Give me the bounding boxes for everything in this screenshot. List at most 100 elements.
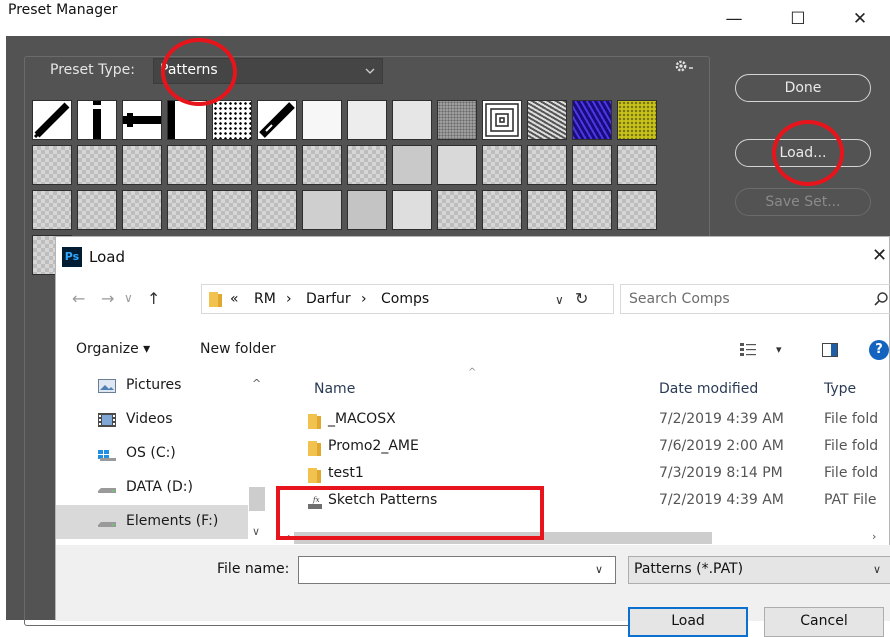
pattern-swatch[interactable] <box>122 100 162 140</box>
pattern-swatch[interactable] <box>122 190 162 230</box>
pattern-swatch[interactable] <box>167 100 207 140</box>
save-set-button[interactable]: Save Set... <box>735 188 871 216</box>
scroll-down-icon[interactable]: ∨ <box>252 525 260 538</box>
pattern-swatch[interactable] <box>32 100 72 140</box>
pattern-swatch[interactable] <box>347 100 387 140</box>
search-input[interactable] <box>627 289 857 309</box>
pattern-swatch[interactable] <box>392 145 432 185</box>
dialog-close-button[interactable]: ✕ <box>872 245 887 266</box>
nav-item-videos[interactable]: Videos <box>56 403 248 437</box>
pattern-swatch[interactable] <box>572 145 612 185</box>
pattern-swatch[interactable] <box>527 100 567 140</box>
nav-item-data-drive[interactable]: DATA (D:) <box>56 471 248 505</box>
new-folder-button[interactable]: New folder <box>200 341 276 357</box>
breadcrumb-overflow[interactable]: « <box>230 291 239 307</box>
scroll-right-icon[interactable]: › <box>872 530 876 543</box>
pattern-swatch[interactable] <box>527 145 567 185</box>
chevron-down-icon[interactable]: ∨ <box>555 293 564 307</box>
pattern-swatch[interactable] <box>257 190 297 230</box>
pattern-swatch[interactable] <box>302 145 342 185</box>
search-icon <box>874 292 888 306</box>
file-type: File fold <box>824 411 879 427</box>
pattern-swatch[interactable] <box>302 100 342 140</box>
pattern-swatch[interactable] <box>392 100 432 140</box>
pattern-swatch[interactable] <box>482 190 522 230</box>
help-icon[interactable]: ? <box>869 340 889 360</box>
file-date: 7/6/2019 2:00 AM <box>659 438 784 454</box>
pattern-swatch[interactable] <box>257 145 297 185</box>
back-arrow-icon[interactable]: ← <box>72 289 85 308</box>
nav-item-os-drive[interactable]: OS (C:) <box>56 437 248 471</box>
gear-icon[interactable] <box>672 58 696 78</box>
pattern-swatch[interactable] <box>527 190 567 230</box>
minimize-button[interactable]: — <box>714 4 754 34</box>
column-header-name[interactable]: Name <box>314 381 355 397</box>
breadcrumb-item[interactable]: Darfur <box>306 291 351 307</box>
refresh-icon[interactable]: ↻ <box>575 289 588 308</box>
pattern-swatch[interactable] <box>302 190 342 230</box>
pattern-swatch[interactable] <box>167 190 207 230</box>
pattern-swatch[interactable] <box>32 190 72 230</box>
pattern-swatch[interactable] <box>212 190 252 230</box>
breadcrumb-separator[interactable]: › <box>286 291 292 307</box>
annotation-circle-load-button <box>772 120 844 186</box>
breadcrumb-separator[interactable]: › <box>361 291 367 307</box>
nav-item-pictures[interactable]: Pictures <box>56 369 248 403</box>
preview-pane-icon[interactable] <box>822 343 838 357</box>
load-confirm-button[interactable]: Load <box>628 607 748 637</box>
address-bar[interactable]: « RM › Darfur › Comps ∨ ↻ <box>201 284 614 314</box>
pattern-swatch[interactable] <box>437 145 477 185</box>
pattern-swatch[interactable] <box>257 100 297 140</box>
pattern-swatch[interactable] <box>617 145 657 185</box>
pattern-swatch[interactable] <box>32 145 72 185</box>
pattern-swatch[interactable] <box>437 190 477 230</box>
forward-arrow-icon[interactable]: → <box>101 289 114 308</box>
view-options-chevron-icon[interactable]: ▾ <box>776 343 782 356</box>
os-drive-icon <box>98 450 116 461</box>
scroll-up-icon[interactable]: ^ <box>252 377 261 390</box>
breadcrumb-item[interactable]: Comps <box>381 291 429 307</box>
view-options-icon[interactable] <box>740 343 756 357</box>
nav-item-elements-drive[interactable]: Elements (F:) <box>56 505 248 539</box>
column-header-date[interactable]: Date modified <box>659 381 758 397</box>
pattern-swatch[interactable] <box>572 190 612 230</box>
pattern-swatch[interactable] <box>212 145 252 185</box>
pattern-swatch[interactable] <box>347 145 387 185</box>
pattern-swatch[interactable] <box>437 100 477 140</box>
pattern-swatch[interactable] <box>77 145 117 185</box>
annotation-circle-preset-type <box>161 38 237 106</box>
recent-locations-chevron-icon[interactable]: ∨ <box>124 291 133 305</box>
pattern-swatch[interactable] <box>212 100 252 140</box>
file-row[interactable]: Promo2_AME 7/6/2019 2:00 AM File fold <box>286 434 890 461</box>
file-type-dropdown[interactable]: Patterns (*.PAT) ∨ <box>628 556 890 584</box>
pattern-swatch[interactable] <box>572 100 612 140</box>
file-row[interactable]: test1 7/3/2019 8:14 PM File fold <box>286 461 890 488</box>
drive-icon <box>98 488 116 493</box>
breadcrumb-item[interactable]: RM <box>254 291 276 307</box>
file-name-combobox[interactable]: ∨ <box>298 556 616 584</box>
close-button[interactable]: ✕ <box>840 4 880 34</box>
maximize-button[interactable]: ☐ <box>778 4 818 34</box>
pattern-swatch[interactable] <box>167 145 207 185</box>
pattern-swatch[interactable] <box>122 145 162 185</box>
file-name-input[interactable] <box>303 561 583 579</box>
pattern-swatch[interactable] <box>392 190 432 230</box>
pattern-swatch[interactable] <box>482 145 522 185</box>
pattern-swatch[interactable] <box>482 100 522 140</box>
chevron-down-icon: ∨ <box>873 563 882 576</box>
done-button[interactable]: Done <box>735 74 871 102</box>
folder-icon <box>308 468 321 483</box>
file-row[interactable]: _MACOSX 7/2/2019 4:39 AM File fold <box>286 407 890 434</box>
column-header-type[interactable]: Type <box>824 381 856 397</box>
pattern-swatch[interactable] <box>77 190 117 230</box>
pattern-swatch[interactable] <box>77 100 117 140</box>
pattern-swatch[interactable] <box>617 100 657 140</box>
organize-button[interactable]: Organize ▾ <box>76 341 150 357</box>
search-box[interactable] <box>620 284 890 314</box>
pattern-swatch[interactable] <box>347 190 387 230</box>
pattern-swatch[interactable] <box>617 190 657 230</box>
up-arrow-icon[interactable]: ↑ <box>147 289 160 308</box>
scrollbar-thumb[interactable] <box>249 487 265 511</box>
cancel-button[interactable]: Cancel <box>764 607 884 637</box>
chevron-down-icon[interactable]: ∨ <box>595 563 603 576</box>
